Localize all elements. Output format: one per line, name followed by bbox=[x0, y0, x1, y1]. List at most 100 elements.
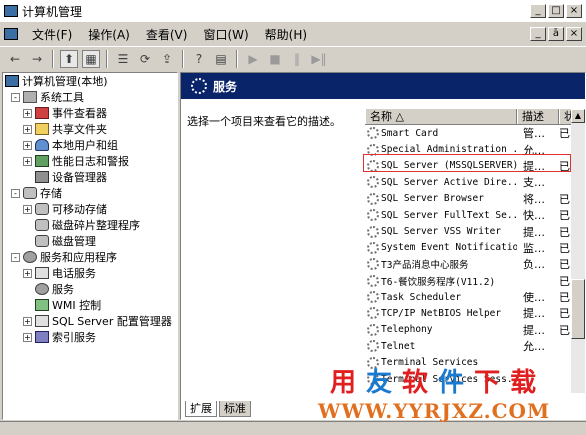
services-applications-icon bbox=[23, 251, 37, 263]
maximize-button[interactable]: □ bbox=[548, 4, 564, 18]
defragmenter-icon bbox=[35, 219, 49, 231]
show-console-button[interactable]: ▤ bbox=[212, 50, 230, 68]
menu-file[interactable]: 文件(F) bbox=[24, 26, 80, 43]
expand-icon[interactable]: + bbox=[23, 108, 32, 118]
service-gear-icon bbox=[367, 307, 379, 320]
toolbar-separator bbox=[106, 49, 108, 68]
close-button[interactable]: × bbox=[566, 4, 582, 18]
service-row[interactable]: SQL Server Active Dire... 支… bbox=[365, 174, 585, 190]
service-gear-icon bbox=[367, 241, 379, 254]
tree-item-wmi-control[interactable]: WMI 控制 bbox=[3, 297, 177, 313]
service-row[interactable]: SQL Server Browser 将… 已 bbox=[365, 191, 585, 207]
stop-service-button[interactable]: ■ bbox=[266, 50, 284, 68]
mdi-close-button[interactable]: × bbox=[566, 27, 582, 41]
list-header: 名称 △ 描述 状 bbox=[365, 109, 585, 125]
menu-help[interactable]: 帮助(H) bbox=[257, 26, 315, 43]
collapse-icon[interactable]: - bbox=[11, 92, 20, 102]
details-pane: 服务 选择一个项目来查看它的描述。 名称 △ 描述 状 Smart Card 管…… bbox=[180, 72, 586, 420]
forward-button[interactable]: → bbox=[28, 50, 46, 68]
tree-item-telephony[interactable]: + 电话服务 bbox=[3, 265, 177, 281]
tree-item-system-tools[interactable]: - 系统工具 bbox=[3, 89, 177, 105]
service-row[interactable]: Smart Card 管… 已 bbox=[365, 125, 585, 141]
refresh-button[interactable]: ⟳ bbox=[136, 50, 154, 68]
menu-action[interactable]: 操作(A) bbox=[80, 26, 138, 43]
tree-item-performance-logs[interactable]: + 性能日志和警报 bbox=[3, 153, 177, 169]
menu-view[interactable]: 查看(V) bbox=[138, 26, 196, 43]
tree-item-event-viewer[interactable]: + 事件查看器 bbox=[3, 105, 177, 121]
title-bar: 计算机管理 _ □ × bbox=[0, 0, 586, 22]
help-button[interactable]: ? bbox=[190, 50, 208, 68]
collapse-icon[interactable]: - bbox=[11, 188, 20, 198]
gear-icon bbox=[191, 78, 207, 94]
vertical-scrollbar[interactable]: ▲ bbox=[571, 109, 585, 393]
service-row[interactable]: SQL Server (MSSQLSERVER) 提… 已 bbox=[365, 158, 585, 174]
expand-icon[interactable]: + bbox=[23, 124, 32, 134]
expand-icon[interactable]: + bbox=[23, 204, 32, 214]
tree-item-shared-folders[interactable]: + 共享文件夹 bbox=[3, 121, 177, 137]
service-name: SQL Server Active Dire... bbox=[365, 176, 517, 189]
service-row[interactable]: Telephony 提… 已 bbox=[365, 322, 585, 338]
export-list-button[interactable]: ⇪ bbox=[158, 50, 176, 68]
expand-icon[interactable]: + bbox=[23, 140, 32, 150]
tree-item-sql-server-config[interactable]: + SQL Server 配置管理器 bbox=[3, 313, 177, 329]
console-tree[interactable]: 计算机管理(本地) - 系统工具 + 事件查看器 + 共享文件夹 + 本地用户和… bbox=[2, 72, 178, 420]
minimize-button[interactable]: _ bbox=[530, 4, 546, 18]
service-row[interactable]: T3产品消息中心服务 负… 已 bbox=[365, 256, 585, 272]
status-bar bbox=[0, 421, 586, 435]
service-gear-icon bbox=[367, 373, 379, 386]
back-button[interactable]: ← bbox=[6, 50, 24, 68]
service-row[interactable]: System Event Notification 监… 已 bbox=[365, 240, 585, 256]
services-list[interactable]: 名称 △ 描述 状 Smart Card管…已Special Administr… bbox=[365, 109, 585, 393]
up-one-level-button[interactable]: ⬆ bbox=[60, 49, 78, 68]
service-gear-icon bbox=[367, 225, 379, 238]
tree-item-services-and-applications[interactable]: - 服务和应用程序 bbox=[3, 249, 177, 265]
scroll-up-arrow-icon[interactable]: ▲ bbox=[571, 109, 585, 123]
tree-item-storage[interactable]: - 存储 bbox=[3, 185, 177, 201]
event-viewer-icon bbox=[35, 107, 49, 119]
service-name: Telnet bbox=[365, 340, 517, 353]
service-row[interactable]: Special Administration ... 允… bbox=[365, 141, 585, 157]
tree-item-removable-storage[interactable]: + 可移动存储 bbox=[3, 201, 177, 217]
properties-button[interactable]: ☰ bbox=[114, 50, 132, 68]
service-name: SQL Server VSS Writer bbox=[365, 225, 517, 238]
service-row[interactable]: SQL Server VSS Writer 提… 已 bbox=[365, 223, 585, 239]
shared-folder-icon bbox=[35, 123, 49, 135]
expand-icon[interactable]: + bbox=[23, 332, 32, 342]
start-service-button[interactable]: ▶ bbox=[244, 50, 262, 68]
service-description: 管… bbox=[523, 127, 545, 141]
toolbar: ← → ⬆ ▦ ☰ ⟳ ⇪ ? ▤ ▶ ■ ‖ ▶‖ bbox=[0, 46, 586, 70]
tree-item-local-users[interactable]: + 本地用户和组 bbox=[3, 137, 177, 153]
tree-item-defragmenter[interactable]: 磁盘碎片整理程序 bbox=[3, 217, 177, 233]
tree-item-indexing-service[interactable]: + 索引服务 bbox=[3, 329, 177, 345]
mdi-minimize-button[interactable]: _ bbox=[530, 27, 546, 41]
tab-standard[interactable]: 标准 bbox=[219, 401, 251, 417]
service-name: SQL Server Browser bbox=[365, 192, 517, 205]
service-row[interactable]: Terminal Services bbox=[365, 354, 585, 370]
tab-extended[interactable]: 扩展 bbox=[185, 401, 217, 417]
service-row[interactable]: Terminal Services Sess... bbox=[365, 371, 585, 387]
restart-service-button[interactable]: ▶‖ bbox=[310, 50, 328, 68]
tree-item-device-manager[interactable]: 设备管理器 bbox=[3, 169, 177, 185]
service-row[interactable]: Task Scheduler 使… 已 bbox=[365, 289, 585, 305]
tree-item-disk-management[interactable]: 磁盘管理 bbox=[3, 233, 177, 249]
expand-icon[interactable]: + bbox=[23, 156, 32, 166]
description-text: 选择一个项目来查看它的描述。 bbox=[187, 115, 341, 128]
menu-window[interactable]: 窗口(W) bbox=[195, 26, 256, 43]
show-hide-tree-button[interactable]: ▦ bbox=[82, 49, 100, 68]
service-row[interactable]: Telnet 允… bbox=[365, 338, 585, 354]
column-name[interactable]: 名称 △ bbox=[365, 109, 517, 124]
mdi-restore-button[interactable]: ā bbox=[548, 27, 564, 41]
column-description[interactable]: 描述 bbox=[517, 109, 559, 124]
service-description: 支… bbox=[523, 176, 545, 190]
service-row[interactable]: SQL Server FullText Se... 快… 已 bbox=[365, 207, 585, 223]
service-name: Special Administration ... bbox=[365, 143, 517, 156]
pause-service-button[interactable]: ‖ bbox=[288, 50, 306, 68]
scroll-thumb[interactable] bbox=[571, 279, 585, 339]
expand-icon[interactable]: + bbox=[23, 268, 32, 278]
tree-item-root[interactable]: 计算机管理(本地) bbox=[3, 73, 177, 89]
service-row[interactable]: TCP/IP NetBIOS Helper 提… 已 bbox=[365, 305, 585, 321]
tree-item-services[interactable]: 服务 bbox=[3, 281, 177, 297]
expand-icon[interactable]: + bbox=[23, 316, 32, 326]
service-row[interactable]: T6-餐饮服务程序(V11.2) 已 bbox=[365, 273, 585, 289]
collapse-icon[interactable]: - bbox=[11, 252, 20, 262]
